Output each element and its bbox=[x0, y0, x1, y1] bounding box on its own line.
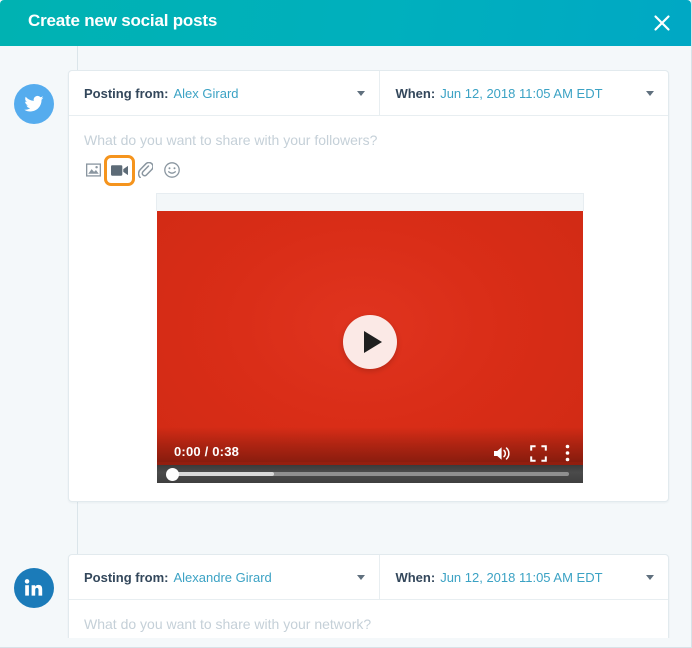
volume-icon[interactable] bbox=[493, 445, 512, 462]
when-label: When: bbox=[395, 86, 435, 101]
page-title: Create new social posts bbox=[28, 11, 217, 31]
post-meta-row: Posting from: Alexandre Girard When: Jun… bbox=[69, 555, 668, 600]
when-value: Jun 12, 2018 11:05 AM EDT bbox=[440, 570, 602, 585]
emoji-icon[interactable] bbox=[162, 161, 181, 180]
chevron-down-icon[interactable] bbox=[646, 575, 654, 580]
post-block-twitter: Posting from: Alex Girard When: Jun 12, … bbox=[68, 70, 669, 502]
posting-from-value: Alexandre Girard bbox=[174, 570, 272, 585]
when-value: Jun 12, 2018 11:05 AM EDT bbox=[440, 86, 602, 101]
video-progress-bar[interactable] bbox=[157, 465, 583, 483]
post-card: Posting from: Alex Girard When: Jun 12, … bbox=[68, 70, 669, 502]
posts-scroll-area[interactable]: Posting from: Alex Girard When: Jun 12, … bbox=[0, 46, 691, 648]
video-controls-bar: 0:00 / 0:38 bbox=[157, 427, 583, 483]
video-icon[interactable] bbox=[110, 161, 129, 180]
video-title-bar bbox=[156, 193, 584, 211]
media-attachment: 0:00 / 0:38 bbox=[69, 181, 668, 501]
modal-header: Create new social posts bbox=[0, 0, 691, 46]
attachment-icon[interactable] bbox=[136, 161, 155, 180]
compose-input[interactable]: What do you want to share with your foll… bbox=[84, 132, 653, 148]
linkedin-icon[interactable] bbox=[14, 568, 54, 608]
chevron-down-icon[interactable] bbox=[646, 91, 654, 96]
play-icon[interactable] bbox=[343, 315, 397, 369]
posting-from-field[interactable]: Posting from: Alexandre Girard bbox=[69, 555, 380, 599]
video-poster[interactable]: 0:00 / 0:38 bbox=[157, 211, 583, 483]
video-control-icons bbox=[475, 444, 570, 462]
progress-track[interactable] bbox=[171, 472, 569, 476]
posting-from-label: Posting from: bbox=[84, 86, 169, 101]
post-block-linkedin: Posting from: Alexandre Girard When: Jun… bbox=[68, 554, 669, 648]
more-options-icon[interactable] bbox=[565, 444, 570, 462]
compose-toolbar bbox=[84, 159, 653, 181]
post-card: Posting from: Alexandre Girard When: Jun… bbox=[68, 554, 669, 648]
progress-handle[interactable] bbox=[166, 468, 179, 481]
close-icon[interactable] bbox=[645, 6, 679, 40]
fullscreen-icon[interactable] bbox=[530, 445, 547, 462]
posting-from-field[interactable]: Posting from: Alex Girard bbox=[69, 71, 380, 115]
progress-buffered bbox=[171, 472, 274, 476]
when-label: When: bbox=[395, 570, 435, 585]
twitter-icon[interactable] bbox=[14, 84, 54, 124]
create-social-posts-modal: Create new social posts Posting from: Al… bbox=[0, 0, 692, 648]
compose-area: What do you want to share with your foll… bbox=[69, 116, 668, 181]
image-icon[interactable] bbox=[84, 161, 103, 180]
scroll-bottom-edge bbox=[0, 638, 692, 648]
when-field[interactable]: When: Jun 12, 2018 11:05 AM EDT bbox=[380, 555, 668, 599]
video-player[interactable]: 0:00 / 0:38 bbox=[156, 193, 584, 483]
posting-from-value: Alex Girard bbox=[174, 86, 239, 101]
chevron-down-icon[interactable] bbox=[357, 575, 365, 580]
compose-input[interactable]: What do you want to share with your netw… bbox=[84, 616, 653, 632]
when-field[interactable]: When: Jun 12, 2018 11:05 AM EDT bbox=[380, 71, 668, 115]
post-meta-row: Posting from: Alex Girard When: Jun 12, … bbox=[69, 71, 668, 116]
posting-from-label: Posting from: bbox=[84, 570, 169, 585]
chevron-down-icon[interactable] bbox=[357, 91, 365, 96]
video-time-display: 0:00 / 0:38 bbox=[174, 444, 239, 459]
